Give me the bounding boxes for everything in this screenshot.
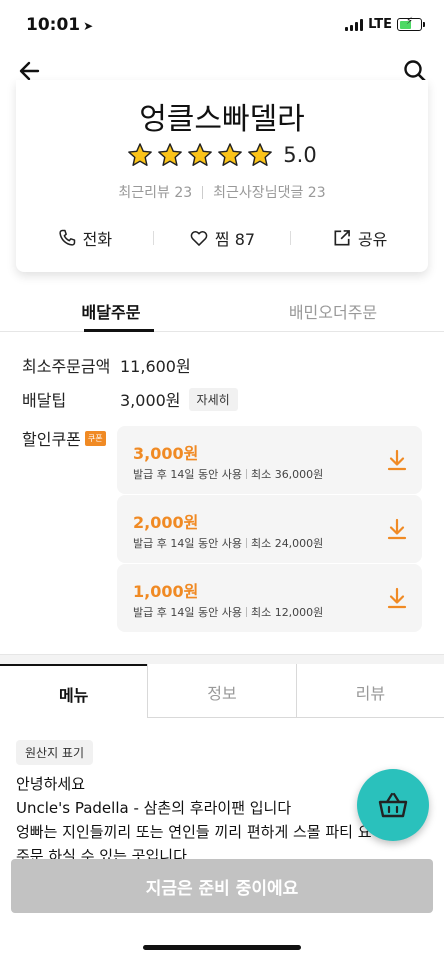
star-icon (128, 143, 153, 166)
tab-menu[interactable]: 메뉴 (0, 664, 148, 718)
basket-icon (378, 792, 408, 818)
review-counts: 최근리뷰 23 최근사장님댓글 23 (16, 182, 428, 202)
star-icon (188, 143, 213, 166)
store-name: 엉클스빠델라 (139, 102, 305, 137)
owner-replies-link[interactable]: 최근사장님댓글 23 (213, 182, 325, 202)
signal-icon (345, 18, 364, 31)
like-button[interactable]: 찜 87 (154, 226, 291, 250)
delivery-tip-row: 배달팁 3,000원 자세히 (22, 387, 238, 411)
share-icon (334, 230, 350, 246)
order-type-tabs: 배달주문 배민오더주문 (0, 290, 444, 332)
phone-icon (58, 229, 75, 246)
recent-reviews-link[interactable]: 최근리뷰 23 (118, 182, 192, 202)
tab-info[interactable]: 정보 (147, 664, 296, 718)
star-icon (158, 143, 183, 166)
coupon-conditions: 발급 후 14일 동안 사용 최소 36,000원 (133, 468, 324, 481)
coupon-conditions: 발급 후 14일 동안 사용 최소 24,000원 (133, 537, 324, 550)
heart-icon (190, 230, 208, 246)
min-order-label: 최소주문금액 (22, 357, 111, 376)
tip-detail-button[interactable]: 자세히 (188, 387, 238, 411)
coupon-amount: 1,000원 (133, 582, 199, 601)
status-time: 10:01 ➤ (26, 15, 94, 35)
home-indicator (143, 945, 301, 950)
coupon-card[interactable]: 3,000원 발급 후 14일 동안 사용 최소 36,000원 (117, 426, 422, 494)
call-label: 전화 (82, 230, 113, 249)
call-button[interactable]: 전화 (16, 226, 153, 250)
min-order-value: 11,600원 (120, 357, 191, 376)
coupon-amount: 2,000원 (133, 513, 199, 532)
share-label: 공유 (357, 230, 388, 249)
coupon-row-label: 할인쿠폰 쿠폰 (22, 426, 106, 450)
menu-tabs: 메뉴 정보 리뷰 (0, 664, 444, 718)
coupon-conditions: 발급 후 14일 동안 사용 최소 12,000원 (133, 606, 324, 619)
tab-reviews[interactable]: 리뷰 (295, 664, 444, 718)
like-label: 찜 87 (214, 230, 256, 249)
download-icon[interactable] (386, 586, 408, 610)
star-icon (248, 143, 273, 166)
order-unavailable-button[interactable]: 지금은 준비 중이에요 (11, 859, 433, 913)
location-arrow-icon: ➤ (83, 19, 94, 33)
coupon-card[interactable]: 1,000원 발급 후 14일 동안 사용 최소 12,000원 (117, 564, 422, 632)
coupon-label: 할인쿠폰 (22, 430, 81, 449)
coupon-amount: 3,000원 (133, 444, 199, 463)
tab-baemin-order[interactable]: 배민오더주문 (222, 290, 444, 331)
delivery-tip-label: 배달팁 (22, 391, 67, 410)
delivery-tip-value: 3,000원 (120, 391, 181, 410)
coupon-badge-icon: 쿠폰 (84, 430, 106, 446)
download-icon[interactable] (386, 517, 408, 541)
coupon-card[interactable]: 2,000원 발급 후 14일 동안 사용 최소 24,000원 (117, 495, 422, 563)
battery-icon: ⚡ (397, 16, 425, 31)
network-label: LTE (368, 17, 392, 32)
origin-label-button[interactable]: 원산지 표기 (16, 740, 94, 765)
cart-button[interactable] (357, 769, 429, 841)
rating: 5.0 (16, 142, 428, 168)
tab-delivery-order[interactable]: 배달주문 (0, 290, 222, 332)
rating-value: 5.0 (283, 143, 317, 167)
download-icon[interactable] (386, 448, 408, 472)
star-icon (218, 143, 243, 166)
store-actions: 전화 찜 87 공유 (16, 226, 428, 250)
store-card: 엉클스빠델라 5.0 최근리뷰 23 최근사장님댓글 23 전화 찜 87 공유 (16, 80, 428, 272)
status-bar: 10:01 ➤ LTE ⚡ (0, 0, 444, 50)
share-button[interactable]: 공유 (291, 226, 428, 250)
min-order-row: 최소주문금액 11,600원 (22, 353, 191, 377)
